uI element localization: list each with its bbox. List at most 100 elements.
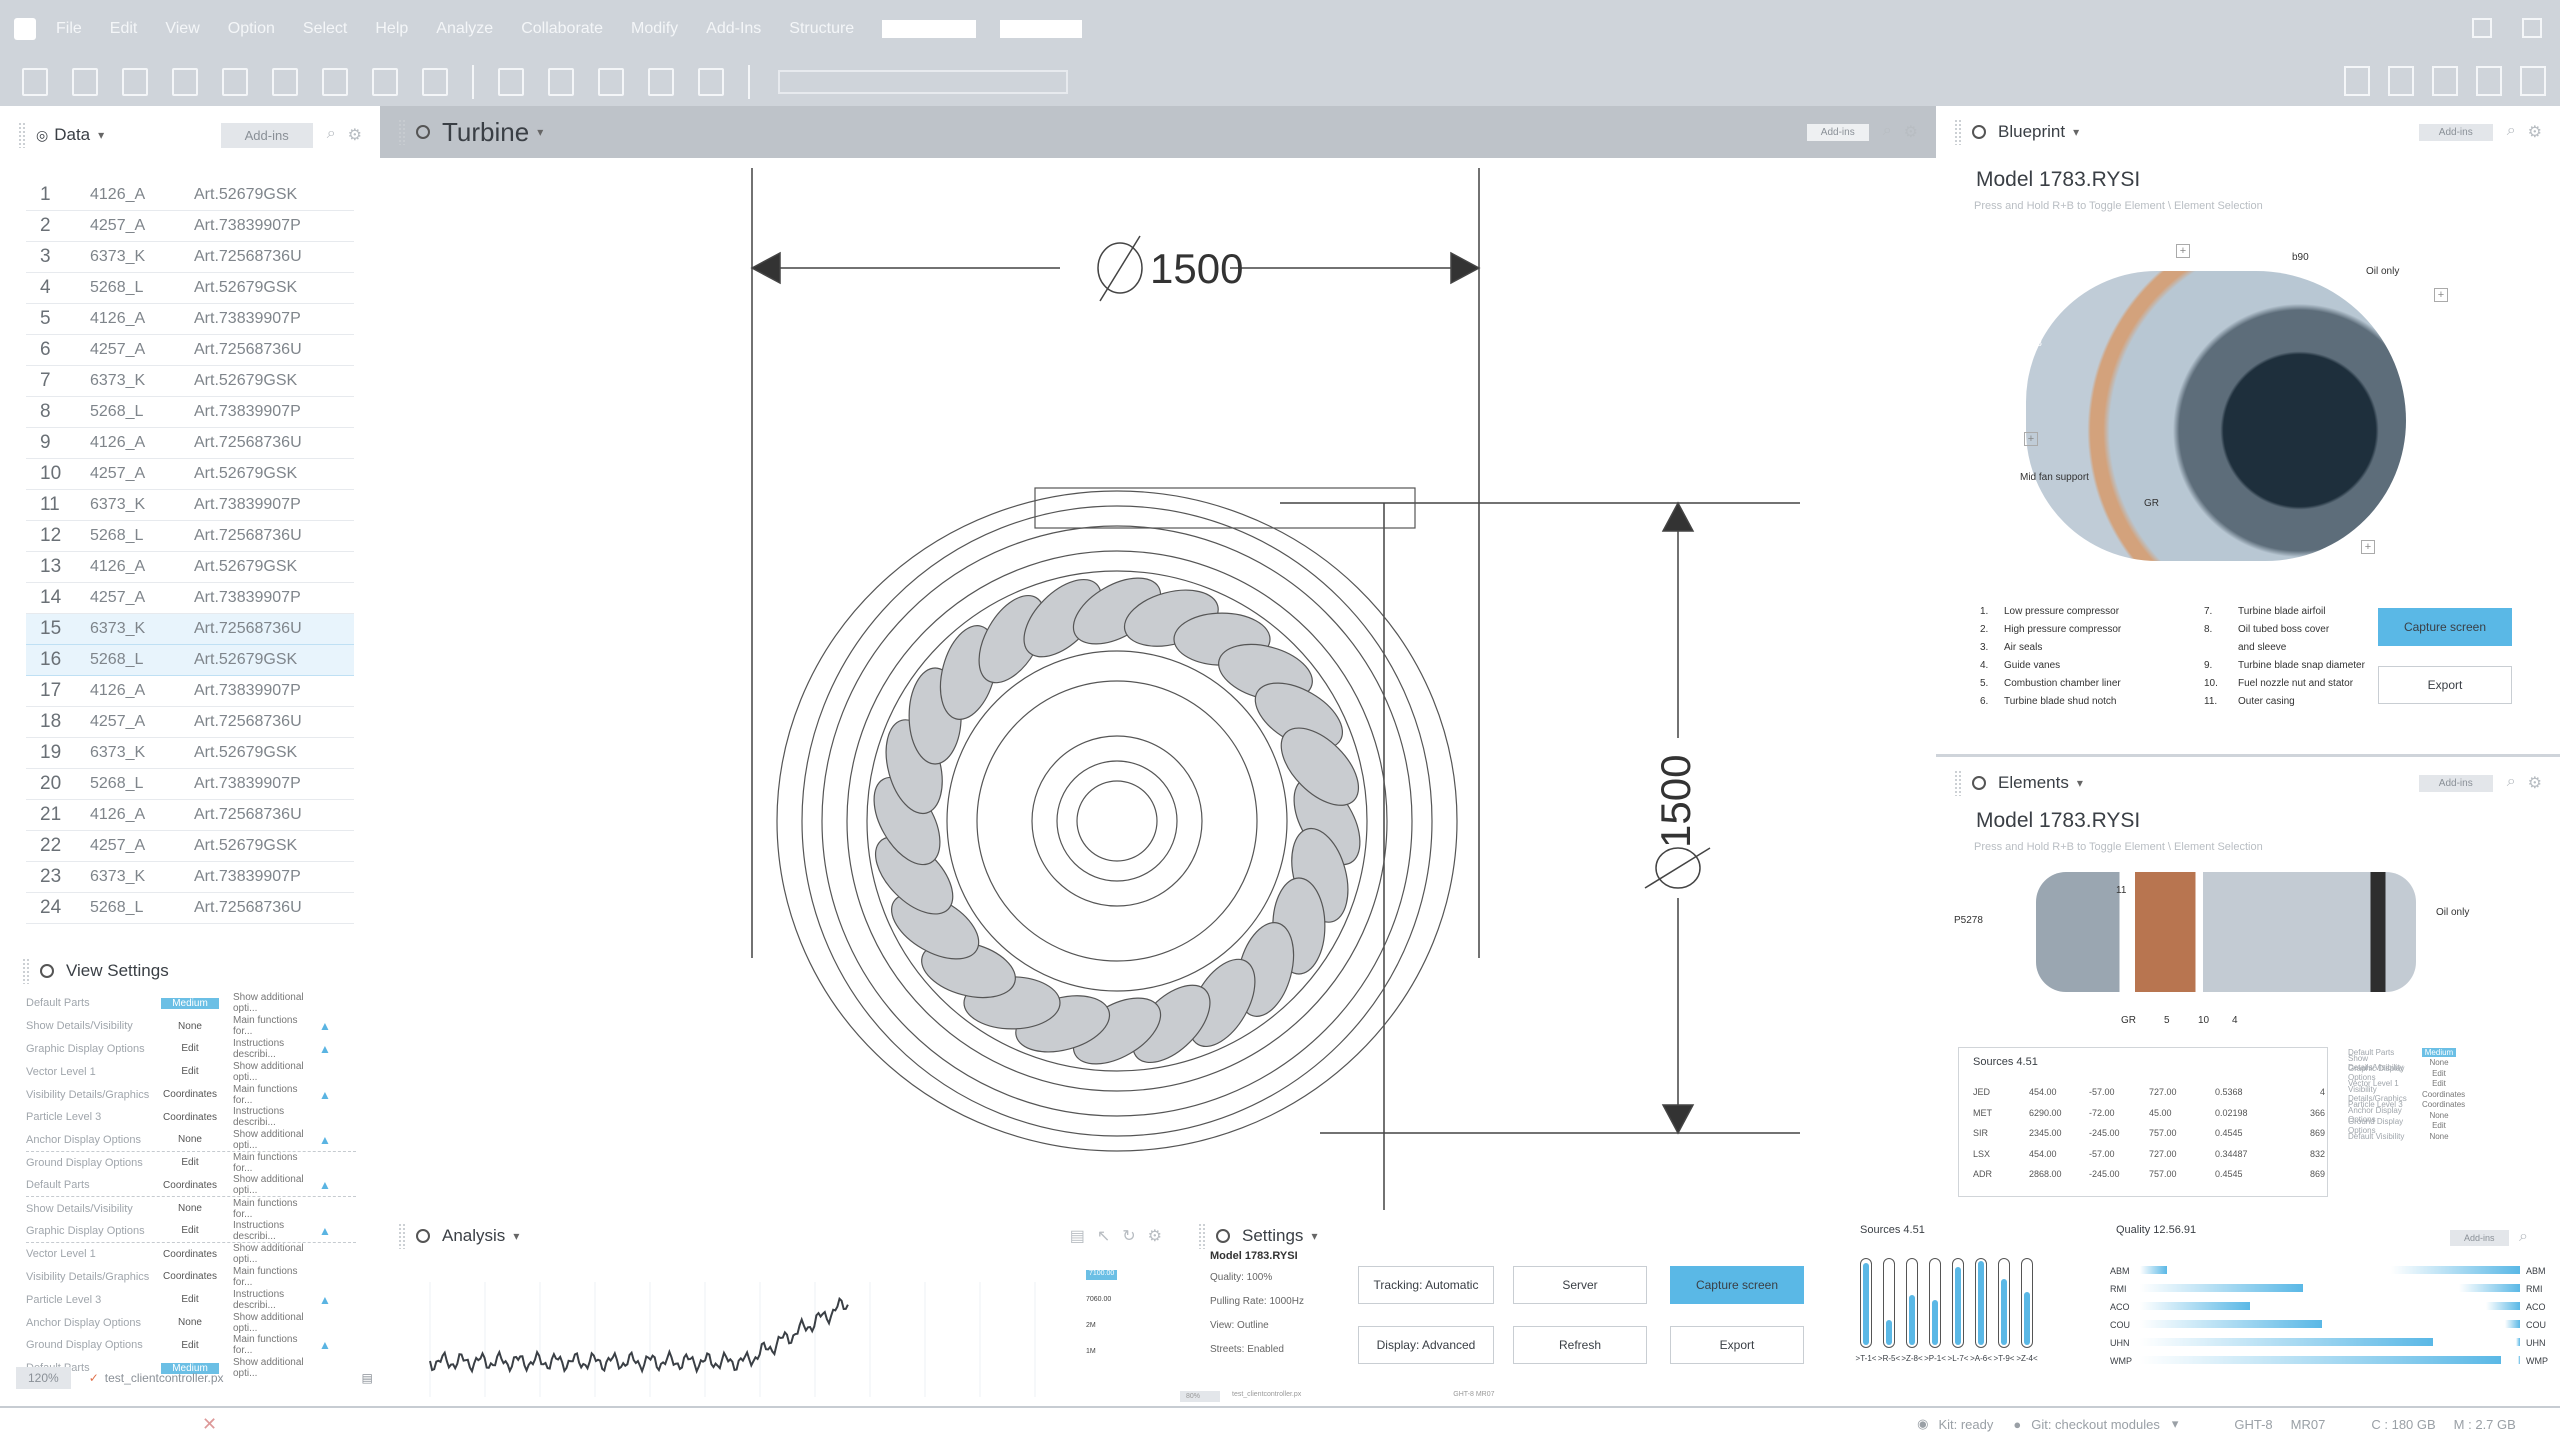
add-hotspot-icon[interactable]: +: [2434, 288, 2448, 302]
documents-icon[interactable]: [548, 68, 574, 96]
warning-triangle-icon[interactable]: ▲: [319, 1224, 331, 1238]
menu-item-modify[interactable]: Modify: [631, 20, 678, 38]
table-row[interactable]: 22 4257_A Art.52679GSK: [26, 831, 354, 862]
layers-icon[interactable]: [498, 68, 524, 96]
zoom-select[interactable]: 80%: [1180, 1391, 1220, 1402]
toolbar-search-input[interactable]: [778, 70, 1068, 94]
table-row[interactable]: 18 4257_A Art.72568736U: [26, 707, 354, 738]
table-row[interactable]: 2 4257_A Art.73839907P: [26, 211, 354, 242]
add-panel-icon[interactable]: [2432, 66, 2458, 96]
add-hotspot-icon[interactable]: +: [2176, 244, 2190, 258]
dropdown-window-icon[interactable]: [2472, 18, 2492, 38]
refresh-icon[interactable]: ↻: [1122, 1226, 1135, 1246]
drag-handle-icon[interactable]: [1198, 1223, 1206, 1249]
setting-value[interactable]: Coordinates: [161, 1249, 219, 1260]
setting-value[interactable]: None: [161, 1203, 219, 1214]
addins-button[interactable]: Add-ins: [220, 122, 313, 148]
search-icon[interactable]: ⌕: [1883, 122, 1892, 142]
gear-icon[interactable]: ⚙: [348, 125, 362, 145]
setting-row[interactable]: Visibility Details/Graphics Coordinates Ma…: [26, 1266, 380, 1289]
table-row[interactable]: 3 6373_K Art.72568736U: [26, 242, 354, 273]
save-icon[interactable]: [122, 68, 148, 96]
clip2-icon[interactable]: [648, 68, 674, 96]
menu-item-structure[interactable]: Structure: [789, 20, 854, 38]
setting-row[interactable]: Graphic Display Options Edit Instructions …: [26, 1220, 356, 1243]
setting-value[interactable]: Medium: [161, 997, 219, 1009]
setting-value[interactable]: Edit: [2422, 1121, 2456, 1130]
components-icon[interactable]: [72, 68, 98, 96]
menu-item-edit[interactable]: Edit: [110, 20, 138, 38]
search-icon[interactable]: ⌕: [2507, 122, 2516, 142]
table-row[interactable]: 17 4126_A Art.73839907P: [26, 676, 354, 707]
menu-item-analyze[interactable]: Analyze: [436, 20, 493, 38]
setting-row[interactable]: Particle Level 3 Edit Instructions describ…: [26, 1288, 380, 1311]
drag-handle-icon[interactable]: [22, 958, 30, 984]
drag-handle-icon[interactable]: [398, 1223, 406, 1249]
setting-value[interactable]: Coordinates: [161, 1089, 219, 1100]
chevron-down-icon[interactable]: ▾: [2172, 1416, 2179, 1432]
menu-item-add-ins[interactable]: Add-Ins: [706, 20, 761, 38]
setting-row[interactable]: Show Details/Visibility None Main function…: [26, 1197, 380, 1220]
setting-row[interactable]: Graphic Display Options Edit Instructions …: [26, 1038, 380, 1061]
drag-handle-icon[interactable]: [398, 119, 406, 145]
addins-button[interactable]: Add-ins: [2450, 1230, 2509, 1246]
chevron-down-icon[interactable]: ▾: [2077, 776, 2083, 790]
table-row[interactable]: 5 4126_A Art.73839907P: [26, 304, 354, 335]
table-row[interactable]: 8 5268_L Art.73839907P: [26, 397, 354, 428]
level-gauge[interactable]: >T-9<: [1994, 1258, 2014, 1363]
file-name[interactable]: test_clientcontroller.px: [1232, 1391, 1301, 1402]
setting-value[interactable]: Coordinates: [2422, 1100, 2465, 1109]
warning-triangle-icon[interactable]: ▲: [319, 1019, 331, 1033]
gear-icon[interactable]: ⚙: [2528, 773, 2542, 793]
doc-settings-icon[interactable]: [698, 68, 724, 96]
setting-value[interactable]: Edit: [161, 1043, 219, 1054]
gear-icon[interactable]: ⚙: [2528, 122, 2542, 142]
level-gauge[interactable]: >T-1<: [1856, 1258, 1876, 1363]
setting-value[interactable]: Edit: [161, 1340, 219, 1351]
setting-value[interactable]: None: [2422, 1058, 2456, 1067]
table-row[interactable]: 7 6373_K Art.52679GSK: [26, 366, 354, 397]
setting-row[interactable]: Vector Level 1 Edit Show additional opti..…: [26, 1060, 380, 1083]
level-gauge[interactable]: >R-5<: [1878, 1258, 1900, 1363]
display-button[interactable]: Display: Advanced: [1358, 1326, 1494, 1364]
gear-icon[interactable]: ⚙: [1904, 122, 1918, 142]
quality-row[interactable]: COU COU: [2110, 1316, 2550, 1334]
drag-handle-icon[interactable]: [18, 122, 26, 148]
quality-row[interactable]: ABM ABM: [2110, 1262, 2550, 1280]
git-status[interactable]: Git: checkout modules: [2031, 1417, 2160, 1432]
dock-right-icon[interactable]: [2388, 66, 2414, 96]
table-row[interactable]: 10 4257_A Art.52679GSK: [26, 459, 354, 490]
zoom-select[interactable]: 120%: [16, 1367, 71, 1389]
drag-handle-icon[interactable]: [1954, 770, 1962, 796]
chevron-down-icon[interactable]: ▾: [2073, 125, 2079, 139]
pointer-icon[interactable]: ↖: [1097, 1226, 1110, 1246]
setting-row[interactable]: Vector Level 1 Coordinates Show additional…: [26, 1243, 380, 1266]
setting-value[interactable]: Coordinates: [2422, 1090, 2465, 1099]
table-row[interactable]: 12 5268_L Art.72568736U: [26, 521, 354, 552]
remove-panel-icon[interactable]: [2476, 66, 2502, 96]
setting-value[interactable]: None: [2422, 1111, 2456, 1120]
setting-row[interactable]: Default Visibility None: [2348, 1131, 2456, 1142]
table-row[interactable]: 11 6373_K Art.73839907P: [26, 490, 354, 521]
menu-item-option[interactable]: Option: [228, 20, 275, 38]
chevron-down-icon[interactable]: ▾: [98, 128, 104, 142]
setting-value[interactable]: Edit: [2422, 1079, 2456, 1088]
close-icon[interactable]: ✕: [202, 1414, 217, 1435]
restore-window-icon[interactable]: [2522, 18, 2542, 38]
setting-value[interactable]: Coordinates: [161, 1180, 219, 1191]
addins-button[interactable]: Add-ins: [1806, 123, 1869, 141]
add-hotspot-icon[interactable]: +: [2024, 432, 2038, 446]
level-gauge[interactable]: >Z-8<: [1901, 1258, 1923, 1363]
trash-icon[interactable]: [2520, 66, 2546, 96]
addins-button[interactable]: Add-ins: [2418, 774, 2493, 792]
table-row[interactable]: 1 4126_A Art.52679GSK: [26, 180, 354, 211]
stop-icon[interactable]: [322, 68, 348, 96]
analysis-line-chart[interactable]: [380, 1262, 1180, 1402]
warning-triangle-icon[interactable]: ▲: [319, 1133, 331, 1147]
table-row[interactable]: 13 4126_A Art.52679GSK: [26, 552, 354, 583]
clip-icon[interactable]: [598, 68, 624, 96]
pointer-icon[interactable]: [422, 68, 448, 96]
setting-value[interactable]: Coordinates: [161, 1271, 219, 1282]
export-button[interactable]: Export: [1670, 1326, 1804, 1364]
quality-row[interactable]: RMI RMI: [2110, 1280, 2550, 1298]
